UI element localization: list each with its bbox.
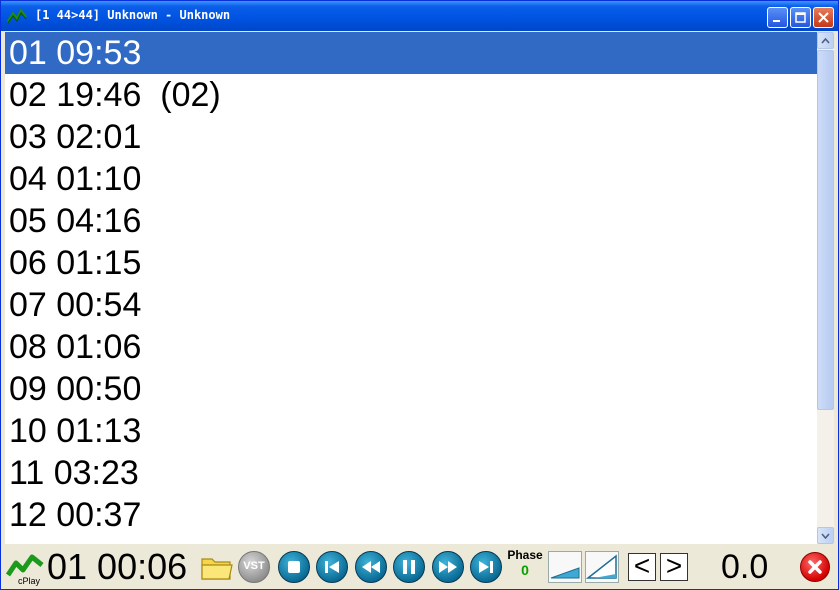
pause-button[interactable] <box>393 551 425 583</box>
title-bar[interactable]: [1 44>44] Unknown - Unknown <box>1 1 838 31</box>
track-row[interactable]: 11 03:23 <box>5 452 817 494</box>
scroll-thumb[interactable] <box>817 50 834 410</box>
track-row[interactable]: 05 04:16 <box>5 200 817 242</box>
logo-label: cPlay <box>18 576 41 586</box>
skip-back-icon <box>325 561 339 573</box>
cplay-logo-icon <box>5 554 44 577</box>
rewind-icon <box>362 561 380 573</box>
cplay-logo-button[interactable]: cPlay <box>5 549 44 587</box>
next-track-button[interactable] <box>470 551 502 583</box>
maximize-button[interactable] <box>790 7 811 28</box>
gain-value: 0.0 <box>721 548 769 586</box>
track-row[interactable]: 01 09:53 <box>5 32 817 74</box>
track-row[interactable]: 10 01:13 <box>5 410 817 452</box>
track-row[interactable]: 02 19:46 (02) <box>5 74 817 116</box>
track-row[interactable]: 12 00:37 <box>5 494 817 536</box>
track-row[interactable]: 07 00:54 <box>5 284 817 326</box>
track-row[interactable]: 08 01:06 <box>5 326 817 368</box>
fast-forward-button[interactable] <box>432 551 464 583</box>
app-icon[interactable] <box>7 8 27 24</box>
scroll-down-button[interactable] <box>817 527 834 544</box>
pause-icon <box>403 560 415 574</box>
track-row[interactable]: 03 02:01 <box>5 116 817 158</box>
chevron-up-icon <box>821 37 830 44</box>
volume-ramp-high-icon <box>585 554 617 579</box>
phase-label: Phase <box>507 548 543 562</box>
close-window-button[interactable] <box>813 7 834 28</box>
track-row[interactable]: 06 01:15 <box>5 242 817 284</box>
track-row[interactable]: 04 01:10 <box>5 158 817 200</box>
rewind-button[interactable] <box>355 551 387 583</box>
phase-toggle[interactable]: Phase 0 <box>506 549 544 585</box>
volume-ramp-low-icon <box>550 567 580 579</box>
vst-label: VST <box>243 560 265 572</box>
stop-button[interactable] <box>278 551 310 583</box>
playback-position: 01 00:06 <box>47 546 188 587</box>
stop-icon <box>288 561 300 573</box>
chevron-down-icon <box>821 532 830 539</box>
volume-up-control[interactable] <box>585 551 619 583</box>
player-toolbar: cPlay 01 00:06 VST Phase 0 < > 0.0 <box>3 545 837 589</box>
close-x-icon <box>818 12 829 23</box>
close-icon <box>808 560 822 574</box>
scroll-up-button[interactable] <box>817 32 834 49</box>
maximize-icon <box>795 12 806 23</box>
minimize-icon <box>773 20 780 22</box>
vst-button[interactable]: VST <box>238 551 270 583</box>
gain-decrease-button[interactable]: < <box>628 552 656 581</box>
skip-forward-icon <box>479 561 493 573</box>
fast-forward-icon <box>439 561 457 573</box>
cplay-window: [1 44>44] Unknown - Unknown 01 09:53 02 … <box>0 0 839 590</box>
exit-button[interactable] <box>800 552 830 582</box>
track-row[interactable]: 09 00:50 <box>5 368 817 410</box>
vertical-scrollbar[interactable] <box>817 32 834 544</box>
folder-icon <box>201 558 233 580</box>
gain-increase-button[interactable]: > <box>660 552 688 581</box>
minimize-button[interactable] <box>767 7 788 28</box>
previous-track-button[interactable] <box>316 551 348 583</box>
volume-down-control[interactable] <box>548 551 582 583</box>
open-folder-button[interactable] <box>200 551 234 583</box>
phase-value: 0 <box>521 562 529 578</box>
window-title: [1 44>44] Unknown - Unknown <box>35 8 231 22</box>
track-list[interactable]: 01 09:53 02 19:46 (02) 03 02:01 04 01:10… <box>5 32 817 544</box>
